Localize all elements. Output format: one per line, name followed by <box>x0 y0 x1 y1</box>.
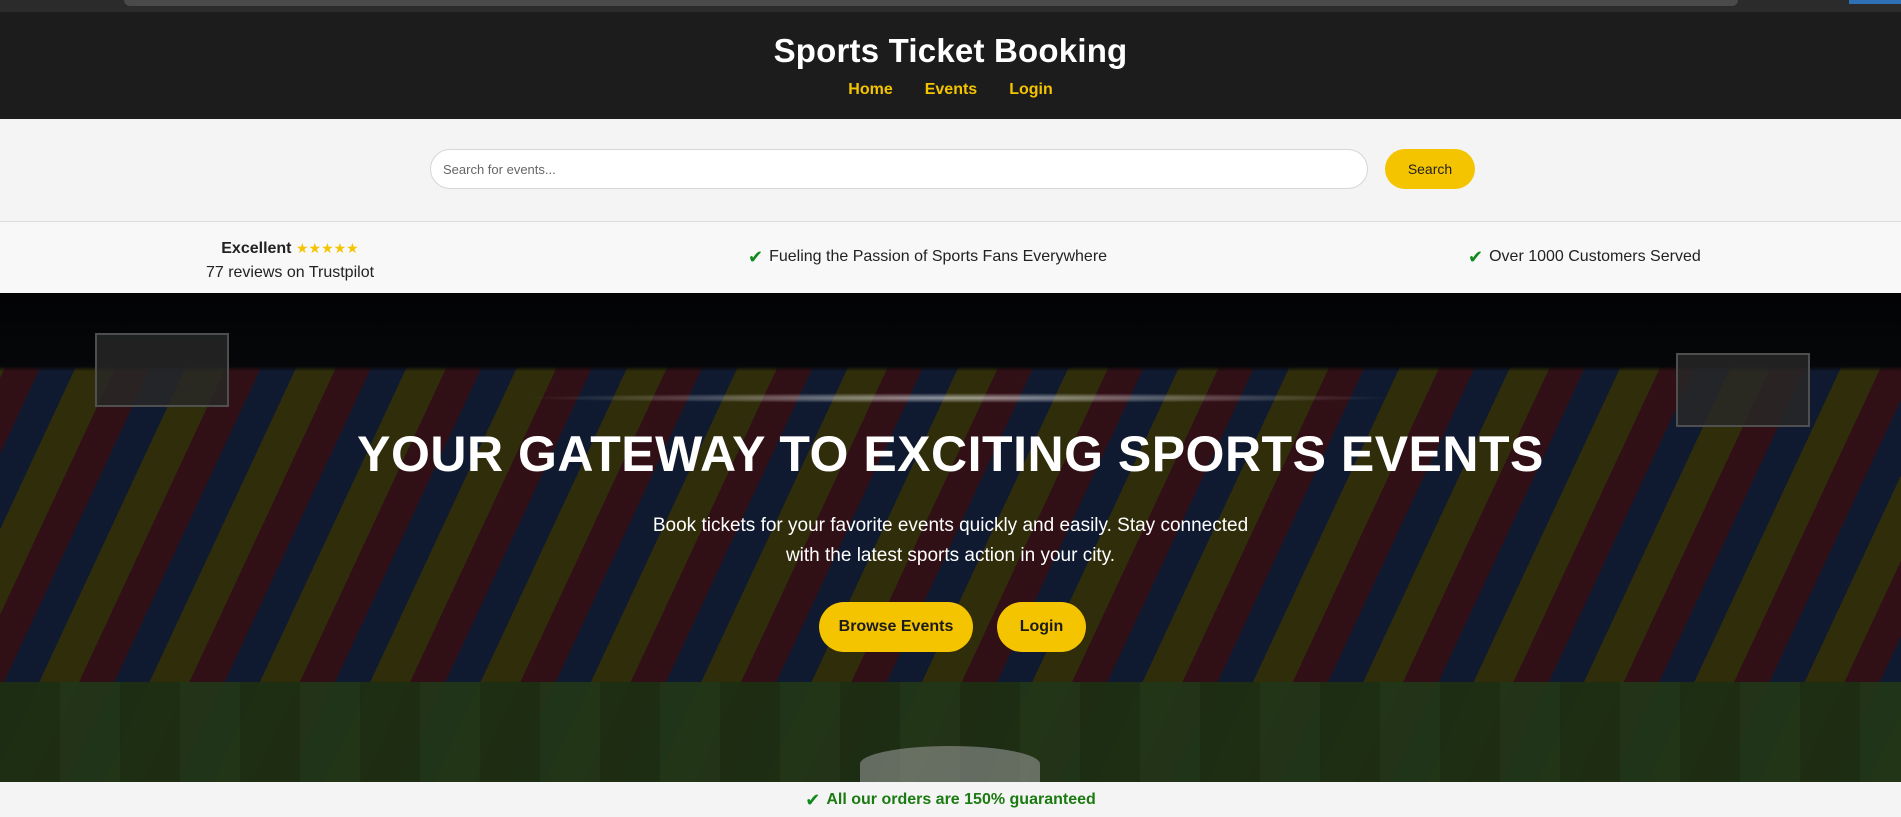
center-circle <box>860 746 1040 782</box>
nav-login[interactable]: Login <box>1009 81 1053 99</box>
stadium-scoreboard <box>95 333 229 407</box>
guarantee-text: All our orders are 150% guaranteed <box>826 790 1096 808</box>
browser-accent <box>1849 0 1901 4</box>
trust-item-text: Over 1000 Customers Served <box>1489 248 1701 265</box>
nav-home[interactable]: Home <box>848 81 892 99</box>
check-icon: ✔ <box>805 789 821 810</box>
guarantee-banner: ✔ All our orders are 150% guaranteed <box>0 782 1901 817</box>
hero-title: YOUR GATEWAY TO EXCITING SPORTS EVENTS <box>357 426 1544 482</box>
trustpilot-rating: Excellent ★★★★★ 77 reviews on Trustpilot <box>150 236 430 285</box>
check-icon: ✔ <box>748 247 764 267</box>
trust-item-passion: ✔ Fueling the Passion of Sports Fans Eve… <box>748 248 1107 266</box>
nav-events[interactable]: Events <box>925 81 977 99</box>
hero-subtitle: Book tickets for your favorite events qu… <box>0 511 1901 571</box>
browser-tab-bar <box>124 0 1738 6</box>
search-section: Search <box>0 119 1901 222</box>
main-nav: Home Events Login <box>0 81 1901 99</box>
stadium-lights <box>520 393 1400 403</box>
hero-login-button[interactable]: Login <box>997 602 1086 652</box>
hero-subtitle-line: Book tickets for your favorite events qu… <box>652 515 1249 536</box>
hero-banner: YOUR GATEWAY TO EXCITING SPORTS EVENTS B… <box>0 293 1901 782</box>
trust-item-customers: ✔ Over 1000 Customers Served <box>1468 248 1701 266</box>
trust-item-text: Fueling the Passion of Sports Fans Every… <box>769 248 1108 265</box>
search-button[interactable]: Search <box>1385 149 1475 189</box>
star-rating-icon: ★★★★★ <box>295 240 359 256</box>
rating-label: Excellent <box>221 240 292 257</box>
stadium-scoreboard <box>1676 353 1810 427</box>
browser-top-strip <box>0 0 1901 12</box>
trust-bar: Excellent ★★★★★ 77 reviews on Trustpilot… <box>0 222 1901 293</box>
search-input[interactable] <box>430 149 1368 189</box>
hero-subtitle-line: with the latest sports action in your ci… <box>785 545 1116 566</box>
browse-events-button[interactable]: Browse Events <box>819 602 973 652</box>
check-icon: ✔ <box>1468 247 1484 267</box>
site-header: Sports Ticket Booking Home Events Login <box>0 12 1901 119</box>
review-count: 77 reviews on Trustpilot <box>205 264 375 281</box>
site-title: Sports Ticket Booking <box>773 32 1128 69</box>
